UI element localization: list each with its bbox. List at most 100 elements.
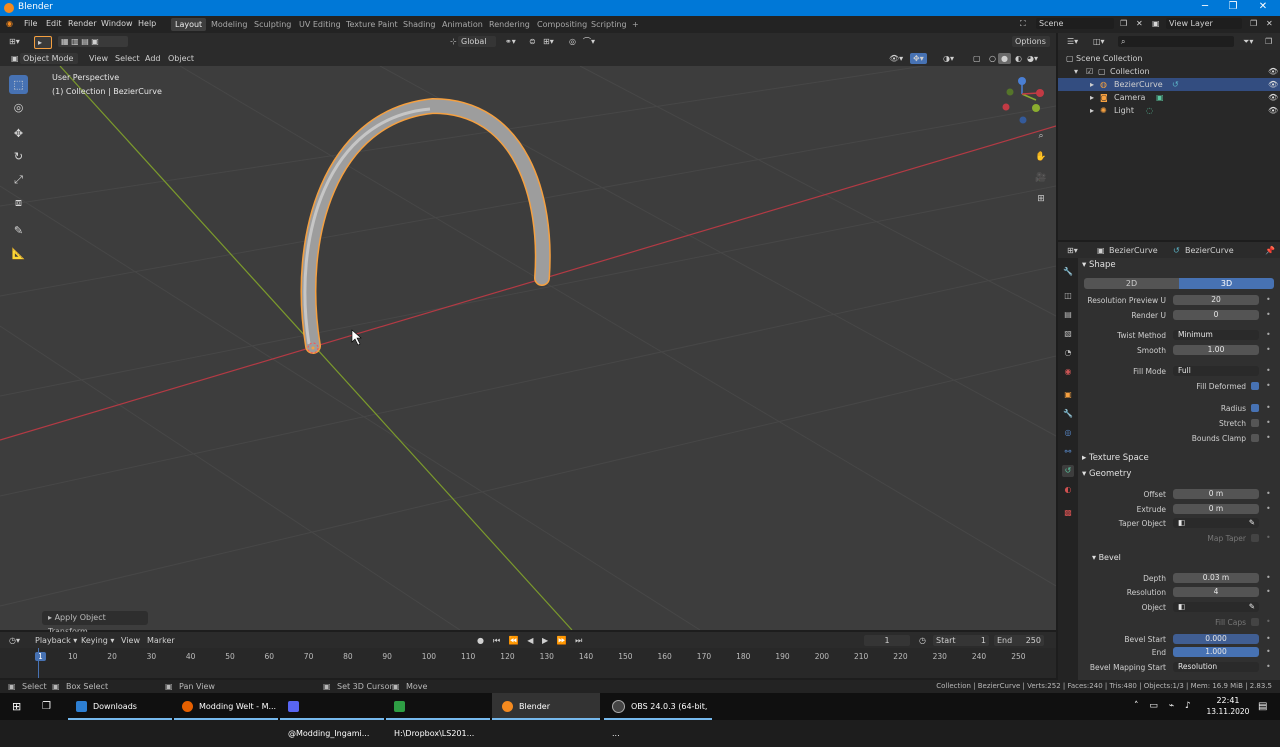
object-tab-icon[interactable]: ▣ [1062,389,1074,401]
maximize-button[interactable]: ❐ [1220,1,1246,12]
section-bevel[interactable]: ▾ Bevel [1092,553,1121,562]
object-mode-dropdown[interactable]: Object Mode [20,53,78,64]
keyframe-dot[interactable]: • [1266,433,1271,442]
bevel-mapping-start-dropdown[interactable]: Resolution [1173,662,1259,672]
outliner-row-light[interactable]: ▸ ✺ Light ◌ 👁 [1058,104,1280,117]
new-view-layer-icon[interactable]: ❐ [1250,19,1257,28]
navigation-gizmo[interactable] [1002,77,1045,124]
taskbar-app-downloads[interactable]: Downloads [68,693,172,720]
overlays-icon[interactable]: ◑▾ [940,53,957,64]
map-taper-checkbox[interactable] [1251,534,1259,542]
eye-icon[interactable]: 👁 [1268,91,1278,104]
expand-arrow-icon[interactable]: ▸ [1090,91,1094,104]
timeline-menu-playback[interactable]: Playback ▾ [32,635,80,646]
taskbar-app-notepad[interactable]: H:\Dropbox\LS201... [386,693,490,738]
scene-tab-icon[interactable]: ◔ [1062,347,1074,359]
editor-type-icon[interactable]: ⊞▾ [6,36,23,47]
new-collection-icon[interactable]: ❐ [1262,36,1275,47]
keyframe-dot[interactable]: • [1266,310,1271,319]
constraint-tab-icon[interactable]: ⚯ [1062,446,1074,458]
modifier-tab-icon[interactable]: 🔧 [1062,408,1074,420]
display-mode-icon[interactable]: ◫▾ [1090,36,1108,47]
outliner-row-scene-collection[interactable]: ▢ Scene Collection [1058,52,1280,65]
preview-range-icon[interactable]: ◷ [916,635,929,646]
menu-help[interactable]: Help [138,19,156,28]
keyframe-dot[interactable]: • [1266,573,1271,582]
tab-rendering[interactable]: Rendering [485,18,534,31]
end-frame-field[interactable]: End 250 [994,635,1044,646]
keyframe-dot[interactable]: • [1266,381,1271,390]
rotate-tool[interactable]: ↻ [9,147,28,166]
proportional-falloff-icon[interactable]: ⌒▾ [580,36,598,47]
bounds-clamp-checkbox[interactable] [1251,434,1259,442]
proportional-edit-icon[interactable]: ◎ [566,36,579,47]
expand-arrow-icon[interactable]: ▸ [1090,78,1094,91]
menu-window[interactable]: Window [101,19,133,28]
viewport-menu-view[interactable]: View [86,53,111,64]
section-geometry[interactable]: ▾ Geometry [1082,469,1131,479]
bevel-depth-field[interactable]: 0.03 m [1173,573,1259,583]
tab-sculpting[interactable]: Sculpting [250,18,295,31]
keyframe-dot[interactable]: • [1266,587,1271,596]
eye-icon[interactable]: 👁 [1268,65,1278,78]
notification-icon[interactable]: ▤ [1258,693,1267,720]
task-view-icon[interactable]: ❐ [42,693,51,720]
viewport-menu-object[interactable]: Object [165,53,197,64]
annotate-tool[interactable]: ✎ [9,221,28,240]
tab-layout[interactable]: Layout [171,18,207,31]
render-u-field[interactable]: 0 [1173,310,1259,320]
fill-caps-checkbox[interactable] [1251,618,1259,626]
physics-tab-icon[interactable]: ◎ [1062,427,1074,439]
blender-menu-icon[interactable]: ◉ [6,19,13,28]
tab-compositing[interactable]: Compositing [533,18,591,31]
tab-shading[interactable]: Shading [399,18,440,31]
timeline-editor-type-icon[interactable]: ◷▾ [6,635,23,646]
selection-mode-icons[interactable]: ▦ ▥ ▤ ▣ [58,36,128,47]
keyframe-dot[interactable]: • [1266,617,1271,626]
ortho-toggle-icon[interactable]: ⊞ [1034,192,1048,206]
dimension-2d-button[interactable]: 2D [1084,278,1179,289]
solid-shading-icon[interactable]: ● [998,53,1011,64]
bevel-object-field[interactable]: ◧ ✎ [1173,602,1259,612]
pan-view-icon[interactable]: ✋ [1034,150,1048,164]
taskbar-app-blender[interactable]: Blender [492,693,600,720]
delete-view-layer-icon[interactable]: ✕ [1266,19,1273,28]
cursor-tool[interactable]: ◎ [9,98,28,117]
checkbox-icon[interactable]: ☑ [1086,65,1093,78]
outliner-row-camera[interactable]: ▸ ◙ Camera ▣ 👁 [1058,91,1280,104]
tab-animation[interactable]: Animation [438,18,487,31]
menu-file[interactable]: File [24,19,37,28]
eye-icon[interactable]: 👁 [1268,104,1278,117]
measure-tool[interactable]: 📐 [9,244,28,263]
outliner-row-beziercurve[interactable]: ▸ ◍ BezierCurve ↺ 👁 [1058,78,1280,91]
bevel-start-field[interactable]: 0.000 [1173,634,1259,644]
rendered-shading-icon[interactable]: ◕▾ [1024,53,1041,64]
filter-icon[interactable]: ⏷▾ [1240,36,1256,47]
section-texture-space[interactable]: ▸ Texture Space [1082,453,1149,463]
snap-target-icon[interactable]: ⊞▾ [540,36,557,47]
select-box-tool[interactable]: ⬚ [9,75,28,94]
curve-data-tab-icon[interactable]: ↺ [1062,465,1074,477]
tab-texture-paint[interactable]: Texture Paint [342,18,402,31]
keyframe-dot[interactable]: • [1266,634,1271,643]
3d-viewport[interactable]: User Perspective (1) Collection | Bezier… [0,66,1056,630]
view-layer-tab-icon[interactable]: ▧ [1062,328,1074,340]
keyframe-dot[interactable]: • [1266,366,1271,375]
object-visibility-icon[interactable]: 👁▾ [886,53,906,64]
bevel-resolution-field[interactable]: 4 [1173,587,1259,597]
dimension-3d-button[interactable]: 3D [1179,278,1274,289]
menu-edit[interactable]: Edit [46,19,62,28]
scale-tool[interactable]: ⤢ [9,170,28,189]
windows-start-icon[interactable]: ⊞ [12,693,21,720]
bevel-end-field[interactable]: 1.000 [1173,647,1259,657]
zoom-view-icon[interactable]: ⌕ [1034,129,1048,143]
tab-modeling[interactable]: Modeling [207,18,251,31]
keyframe-dot[interactable]: • [1266,345,1271,354]
fill-deformed-checkbox[interactable] [1251,382,1259,390]
view-layer-selector[interactable]: View Layer [1166,18,1242,29]
record-button-icon[interactable]: ● [474,635,487,646]
radius-checkbox[interactable] [1251,404,1259,412]
keyframe-dot[interactable]: • [1266,533,1271,542]
start-frame-field[interactable]: Start 1 [933,635,989,646]
camera-view-icon[interactable]: 🎥 [1034,171,1048,185]
